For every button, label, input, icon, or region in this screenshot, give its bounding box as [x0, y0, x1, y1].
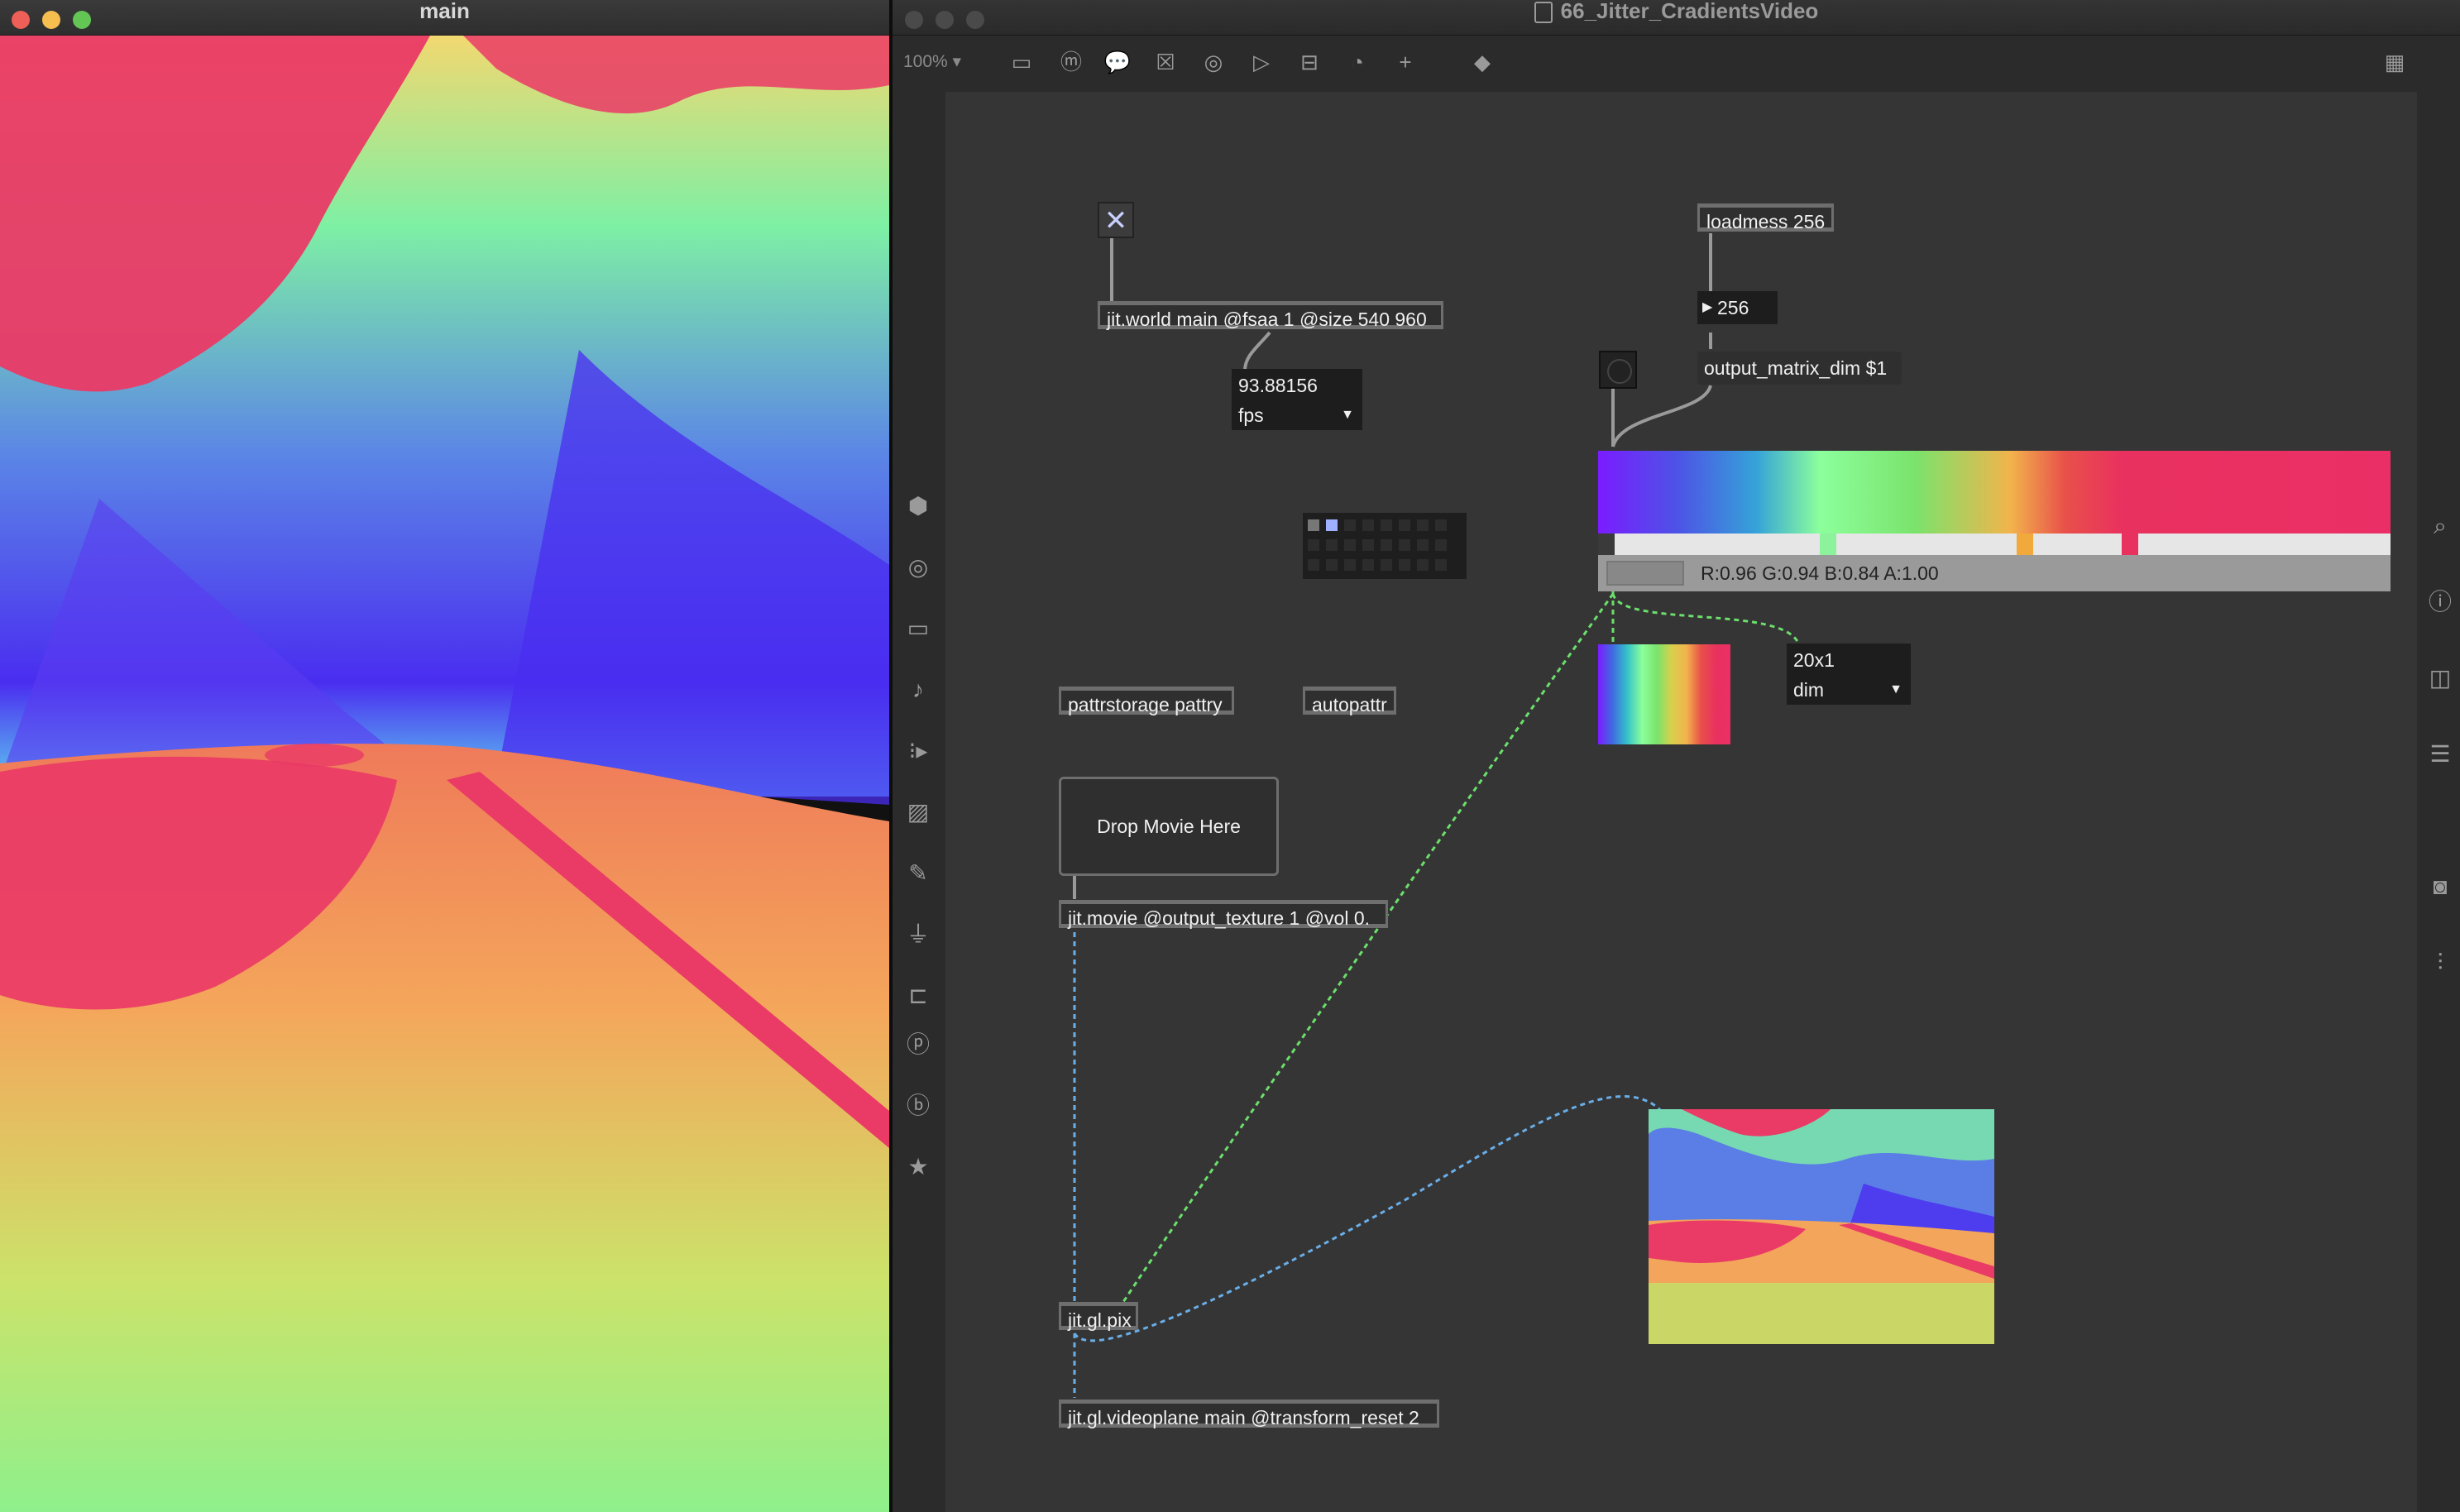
preset-slot[interactable] — [1435, 539, 1447, 551]
autopattr-object[interactable]: autopattr — [1303, 687, 1396, 715]
preset-slot[interactable] — [1326, 539, 1338, 551]
preset-slot[interactable] — [1417, 559, 1429, 571]
jit-world-object[interactable]: jit.world main @fsaa 1 @size 540 960 — [1098, 301, 1443, 330]
jit-movie-object[interactable]: jit.movie @output_texture 1 @vol 0. — [1059, 900, 1388, 929]
gradient-handle-track[interactable] — [1615, 534, 2391, 555]
fps-number-box[interactable]: 93.88156 — [1232, 369, 1362, 402]
gradient-preview — [1598, 451, 2391, 534]
fps-umenu[interactable]: fps ▼ — [1232, 400, 1362, 430]
preset-slot[interactable] — [1362, 539, 1374, 551]
toggle-object[interactable]: ✕ — [1098, 202, 1134, 238]
color-swatch[interactable] — [1606, 561, 1684, 586]
pattrstorage-object[interactable]: pattrstorage pattry — [1059, 687, 1234, 715]
preset-slot-2[interactable] — [1326, 519, 1338, 531]
bang-circle-icon — [1607, 359, 1632, 384]
preset-slot[interactable] — [1362, 519, 1374, 531]
fps-umenu-label: fps — [1238, 404, 1264, 426]
cord-world-fps — [1243, 331, 1271, 371]
preset-slot[interactable] — [1308, 539, 1319, 551]
preset-slot[interactable] — [1344, 559, 1356, 571]
cord-gradient-dim — [1611, 593, 1801, 646]
chevron-down-icon: ▼ — [1341, 408, 1354, 422]
preset-slot[interactable] — [1399, 559, 1410, 571]
preset-object[interactable] — [1303, 513, 1467, 579]
matrix-view-object — [1598, 644, 1730, 744]
jit-gl-pix-object[interactable]: jit.gl.pix — [1059, 1302, 1138, 1331]
gradient-handle-green[interactable] — [1820, 534, 1836, 555]
loadmess-object[interactable]: loadmess 256 — [1697, 203, 1834, 232]
preset-slot[interactable] — [1381, 539, 1392, 551]
cord-pix-pwindow — [1073, 1095, 1664, 1342]
pwindow-image — [1649, 1109, 1994, 1344]
preset-slot[interactable] — [1308, 559, 1319, 571]
dim-number-box[interactable]: 20x1 — [1787, 644, 1911, 677]
drop-movie-area[interactable]: Drop Movie Here — [1059, 777, 1279, 876]
gradient-handle-orange[interactable] — [2017, 534, 2033, 555]
number-box-256-value: 256 — [1717, 297, 1749, 318]
preset-slot[interactable] — [1435, 519, 1447, 531]
preset-slot[interactable] — [1435, 559, 1447, 571]
preset-slot[interactable] — [1344, 539, 1356, 551]
preset-slot-1[interactable] — [1308, 519, 1319, 531]
chevron-down-icon: ▼ — [1889, 682, 1902, 696]
preset-slot[interactable] — [1417, 519, 1429, 531]
preset-slot[interactable] — [1362, 559, 1374, 571]
cord-msg-gradient — [1611, 385, 1712, 447]
preset-slot[interactable] — [1326, 559, 1338, 571]
preset-slot[interactable] — [1399, 519, 1410, 531]
preset-slot[interactable] — [1399, 539, 1410, 551]
output-matrix-message[interactable]: output_matrix_dim $1 — [1697, 352, 1902, 385]
bang-object[interactable] — [1599, 351, 1637, 389]
dim-umenu-label: dim — [1793, 679, 1825, 701]
preset-slot[interactable] — [1381, 559, 1392, 571]
gradient-rgba-readout: R:0.96 G:0.94 B:0.84 A:1.00 — [1701, 562, 1939, 584]
patch-cords — [1073, 233, 1801, 1398]
pwindow-preview — [1649, 1109, 1994, 1344]
number-box-256[interactable]: ▶ 256 — [1697, 291, 1778, 324]
gradient-handle-pink[interactable] — [2122, 534, 2138, 555]
triangle-icon: ▶ — [1702, 300, 1713, 314]
dim-umenu[interactable]: dim ▼ — [1787, 675, 1911, 705]
jit-gl-videoplane-object[interactable]: jit.gl.videoplane main @transform_reset … — [1059, 1400, 1439, 1428]
preset-slot[interactable] — [1381, 519, 1392, 531]
preset-slot[interactable] — [1417, 539, 1429, 551]
preset-slot[interactable] — [1344, 519, 1356, 531]
